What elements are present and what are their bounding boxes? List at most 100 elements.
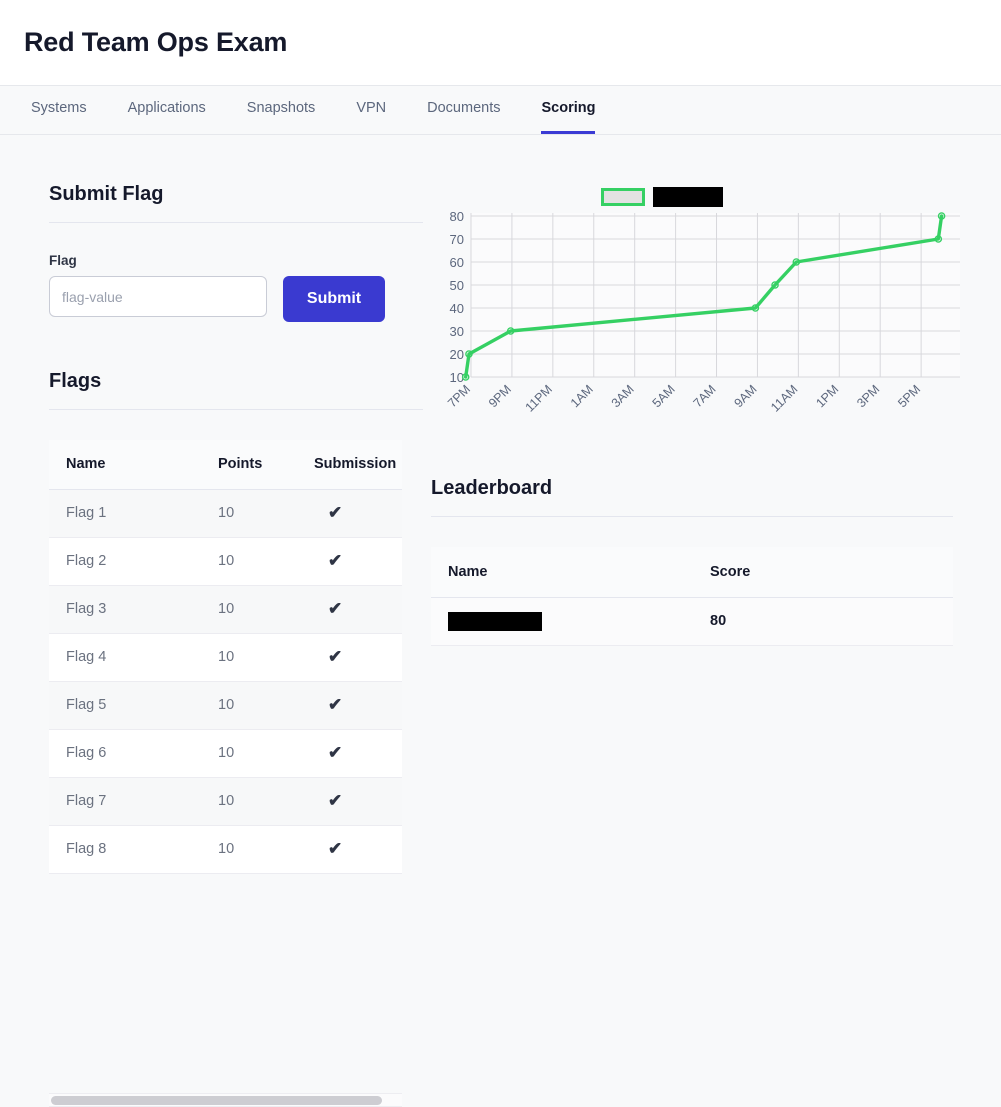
column-header-name: Name <box>431 547 693 598</box>
column-header-points: Points <box>201 440 297 490</box>
svg-text:60: 60 <box>450 255 464 270</box>
check-icon: ✔ <box>328 647 343 666</box>
submit-flag-divider <box>49 222 423 223</box>
legend-swatch-icon <box>601 188 645 206</box>
score-progress-chart: 10 20 30 40 50 60 70 80 7PM 9PM 11PM 1AM 3AM 5AM 7AM 9A… <box>431 183 971 433</box>
svg-text:20: 20 <box>450 347 464 362</box>
flags-table-scroll-container[interactable]: Name Points Submission Flag 1 10 ✔ Flag 2 10… <box>49 440 402 874</box>
check-icon: ✔ <box>328 503 343 522</box>
page-title: Red Team Ops Exam <box>24 27 288 57</box>
right-column: 10 20 30 40 50 60 70 80 7PM 9PM 11PM 1AM 3AM 5AM 7AM 9A… <box>423 135 1001 990</box>
submit-flag-section: Submit Flag Flag Submit <box>49 183 423 322</box>
flags-section: Flags Name Points Submission Flag 1 10 ✔ Fl… <box>49 370 423 874</box>
app-header: Red Team Ops Exam <box>0 0 1001 86</box>
svg-text:50: 50 <box>450 278 464 293</box>
flag-points-cell: 10 <box>201 681 297 730</box>
check-icon: ✔ <box>328 839 343 858</box>
tab-label: Snapshots <box>246 99 316 116</box>
flag-submission-cell: ✔ <box>297 825 402 874</box>
tab-label: Systems <box>31 99 87 116</box>
table-row: Flag 5 10 ✔ <box>49 681 402 730</box>
flag-points-cell: 10 <box>201 633 297 682</box>
flag-field-label: Flag <box>49 253 77 268</box>
flag-submission-cell: ✔ <box>297 777 402 826</box>
check-icon: ✔ <box>328 551 343 570</box>
table-row: Flag 6 10 ✔ <box>49 729 402 778</box>
flag-submission-cell: ✔ <box>297 633 402 682</box>
tab-scoring[interactable]: Scoring <box>541 86 596 134</box>
svg-text:1AM: 1AM <box>568 382 596 410</box>
main-content: Submit Flag Flag Submit Flags Name Point… <box>0 135 1001 1107</box>
flag-name-cell: Flag 1 <box>49 489 201 538</box>
table-row: Flag 1 10 ✔ <box>49 489 402 538</box>
flags-table: Name Points Submission Flag 1 10 ✔ Flag 2 10… <box>49 440 402 874</box>
svg-text:7PM: 7PM <box>445 382 473 410</box>
submit-flag-button[interactable]: Submit <box>283 276 385 322</box>
svg-text:5AM: 5AM <box>650 382 678 410</box>
flag-points-cell: 10 <box>201 489 297 538</box>
svg-text:11AM: 11AM <box>768 382 800 414</box>
legend-label-redacted <box>653 187 723 207</box>
leaderboard-score-cell: 80 <box>693 597 953 646</box>
scrollbar-thumb[interactable] <box>51 1096 382 1105</box>
svg-text:9AM: 9AM <box>731 382 759 410</box>
svg-text:3AM: 3AM <box>609 382 637 410</box>
tab-systems[interactable]: Systems <box>31 86 87 134</box>
tab-documents[interactable]: Documents <box>427 86 500 134</box>
flag-submission-cell: ✔ <box>297 681 402 730</box>
tab-snapshots[interactable]: Snapshots <box>247 86 316 134</box>
column-header-score: Score <box>693 547 953 598</box>
flags-heading: Flags <box>49 370 102 392</box>
left-column: Submit Flag Flag Submit Flags Name Point… <box>0 135 423 1107</box>
svg-text:7AM: 7AM <box>691 382 719 410</box>
flag-submission-cell: ✔ <box>297 489 402 538</box>
table-row: Flag 7 10 ✔ <box>49 777 402 826</box>
flag-points-cell: 10 <box>201 585 297 634</box>
redacted-name-bar <box>448 611 542 631</box>
svg-text:30: 30 <box>450 324 464 339</box>
svg-text:80: 80 <box>450 209 464 224</box>
tab-vpn[interactable]: VPN <box>356 86 386 134</box>
check-icon: ✔ <box>328 743 343 762</box>
svg-text:9PM: 9PM <box>486 382 514 410</box>
tab-label: Scoring <box>541 99 596 116</box>
leaderboard-table: Name Score 80 <box>431 547 953 646</box>
flag-name-cell: Flag 3 <box>49 585 201 634</box>
flags-table-header-row: Name Points Submission <box>49 440 402 490</box>
flag-name-cell: Flag 8 <box>49 825 201 874</box>
flag-points-cell: 10 <box>201 537 297 586</box>
flag-form-row: Submit <box>49 276 423 322</box>
flag-submission-cell: ✔ <box>297 729 402 778</box>
flag-submission-cell: ✔ <box>297 537 402 586</box>
tab-label: Applications <box>127 99 206 116</box>
leaderboard-name-cell <box>431 597 693 646</box>
leaderboard-heading: Leaderboard <box>431 477 553 499</box>
flag-points-cell: 10 <box>201 825 297 874</box>
column-header-name: Name <box>49 440 201 490</box>
check-icon: ✔ <box>328 791 343 810</box>
flags-horizontal-scrollbar[interactable] <box>49 1093 402 1107</box>
tab-applications[interactable]: Applications <box>128 86 206 134</box>
table-row: Flag 2 10 ✔ <box>49 537 402 586</box>
leaderboard-section: Leaderboard Name Score 80 <box>431 477 953 646</box>
flag-points-cell: 10 <box>201 729 297 778</box>
svg-text:3PM: 3PM <box>854 382 882 410</box>
table-row: Flag 4 10 ✔ <box>49 633 402 682</box>
flag-points-cell: 10 <box>201 777 297 826</box>
svg-text:5PM: 5PM <box>895 382 923 410</box>
submit-flag-heading: Submit Flag <box>49 183 164 205</box>
check-icon: ✔ <box>328 695 343 714</box>
table-row: Flag 3 10 ✔ <box>49 585 402 634</box>
svg-text:1PM: 1PM <box>813 382 841 410</box>
flag-name-cell: Flag 5 <box>49 681 201 730</box>
table-row: Flag 8 10 ✔ <box>49 825 402 874</box>
column-header-submission: Submission <box>297 440 402 490</box>
leaderboard-row: 80 <box>431 597 953 646</box>
flag-input[interactable] <box>49 276 267 317</box>
leaderboard-divider <box>431 516 953 517</box>
flag-submission-cell: ✔ <box>297 585 402 634</box>
flag-name-cell: Flag 4 <box>49 633 201 682</box>
svg-text:11PM: 11PM <box>523 382 555 414</box>
flag-name-cell: Flag 7 <box>49 777 201 826</box>
tab-bar: Systems Applications Snapshots VPN Docum… <box>0 86 1001 135</box>
